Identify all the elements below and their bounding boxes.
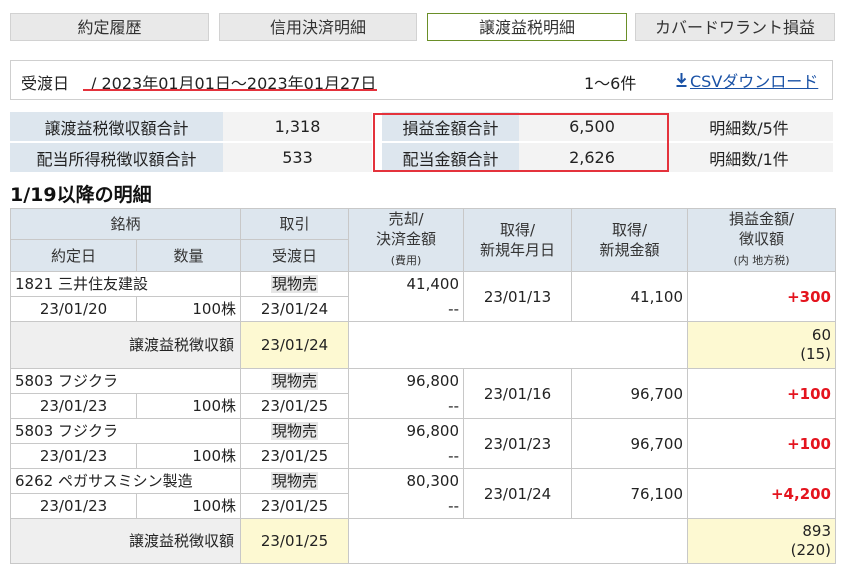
stock-name: 5803 フジクラ xyxy=(10,418,241,444)
summary-row: 譲渡益税徴収額合計 1,318 損益金額合計 6,500 明細数/5件 xyxy=(10,112,833,143)
tab-covered-warrant[interactable]: カバードワラント損益 xyxy=(635,13,835,41)
profit-loss: +4,200 xyxy=(687,468,836,519)
tax-label: 譲渡益税徴収額 xyxy=(10,518,241,564)
tax-date: 23/01/25 xyxy=(240,518,349,564)
transaction-type: 現物売 xyxy=(270,275,318,293)
profit-loss: +300 xyxy=(687,271,836,322)
trade-date: 23/01/23 xyxy=(10,393,137,419)
cost: -- xyxy=(348,393,464,419)
acquisition-amount: 76,100 xyxy=(571,468,688,519)
tax-label: 譲渡益税徴収額 xyxy=(10,321,241,369)
trade-date: 23/01/23 xyxy=(10,493,137,519)
trade-date: 23/01/20 xyxy=(10,296,137,322)
profit-loss: +100 xyxy=(687,418,836,469)
header-acquisition-date: 取得/ 新規年月日 xyxy=(463,208,572,272)
quantity: 100株 xyxy=(136,296,241,322)
section-title: 1/19以降の明細 xyxy=(10,184,152,206)
tax-row: 譲渡益税徴収額 23/01/25 893 (220) xyxy=(10,518,836,564)
settlement-date: 23/01/25 xyxy=(240,393,349,419)
table-header-row: 銘柄 取引 売却/ 決済金額 (費用) 取得/ 新規年月日 取得/ 新規金額 損… xyxy=(10,208,836,272)
table-row: 1821 三井住友建設 現物売 41,400 23/01/13 41,100 +… xyxy=(10,271,836,322)
summary-value: 533 xyxy=(223,143,372,174)
acquisition-date: 23/01/23 xyxy=(463,418,572,469)
header-profit-loss: 損益金額/ 徴収額 (内 地方税) xyxy=(687,208,836,272)
tax-amount: 893 (220) xyxy=(687,518,836,564)
table-row: 5803 フジクラ 現物売 96,800 23/01/16 96,700 +10… xyxy=(10,368,836,419)
settlement-date: 23/01/24 xyxy=(240,296,349,322)
tab-capital-gains-tax[interactable]: 譲渡益税明細 xyxy=(427,13,627,41)
sale-amount: 96,800 xyxy=(348,418,464,444)
cost: -- xyxy=(348,443,464,469)
summary-label: 配当金額合計 xyxy=(382,143,519,174)
quantity: 100株 xyxy=(136,393,241,419)
result-count: 1〜6件 xyxy=(584,74,637,93)
tab-margin-settlement[interactable]: 信用決済明細 xyxy=(219,13,417,41)
quantity: 100株 xyxy=(136,493,241,519)
summary-value: 2,626 xyxy=(519,143,665,174)
acquisition-amount: 41,100 xyxy=(571,271,688,322)
summary-detail-count: 明細数/5件 xyxy=(665,112,833,143)
cost: -- xyxy=(348,296,464,322)
header-settlement-date: 受渡日 xyxy=(240,239,349,272)
profit-loss: +100 xyxy=(687,368,836,419)
header-trade-date: 約定日 xyxy=(10,239,137,272)
transaction-type: 現物売 xyxy=(270,472,318,490)
download-arrow-icon xyxy=(675,72,687,91)
header-stock: 銘柄 xyxy=(10,208,241,240)
table-row: 5803 フジクラ 現物売 96,800 23/01/23 96,700 +10… xyxy=(10,418,836,469)
tab-bar: 約定履歴 信用決済明細 譲渡益税明細 カバードワラント損益 xyxy=(10,13,835,43)
summary-detail-count: 明細数/1件 xyxy=(665,143,833,174)
acquisition-date: 23/01/13 xyxy=(463,271,572,322)
tax-date: 23/01/24 xyxy=(240,321,349,369)
summary-table: 譲渡益税徴収額合計 1,318 損益金額合計 6,500 明細数/5件 配当所得… xyxy=(10,112,833,174)
tab-trade-history[interactable]: 約定履歴 xyxy=(10,13,209,41)
acquisition-date: 23/01/24 xyxy=(463,468,572,519)
tax-row: 譲渡益税徴収額 23/01/24 60 (15) xyxy=(10,321,836,369)
transaction-type: 現物売 xyxy=(270,372,318,390)
header-sale-amount: 売却/ 決済金額 (費用) xyxy=(348,208,464,272)
summary-label: 配当所得税徴収額合計 xyxy=(10,143,223,174)
summary-label: 損益金額合計 xyxy=(382,112,519,143)
summary-value: 1,318 xyxy=(223,112,372,143)
header-acquisition-amount: 取得/ 新規金額 xyxy=(571,208,688,272)
table-row: 6262 ペガサスミシン製造 現物売 80,300 23/01/24 76,10… xyxy=(10,468,836,519)
cost: -- xyxy=(348,493,464,519)
csv-download-link[interactable]: CSVダウンロード xyxy=(675,68,818,92)
acquisition-date: 23/01/16 xyxy=(463,368,572,419)
summary-value: 6,500 xyxy=(519,112,665,143)
acquisition-amount: 96,700 xyxy=(571,368,688,419)
settlement-date: 23/01/25 xyxy=(240,493,349,519)
detail-table: 銘柄 取引 売却/ 決済金額 (費用) 取得/ 新規年月日 取得/ 新規金額 損… xyxy=(10,208,836,564)
tax-amount: 60 (15) xyxy=(687,321,836,369)
csv-download-label: CSVダウンロード xyxy=(690,72,819,91)
sale-amount: 96,800 xyxy=(348,368,464,394)
stock-name: 6262 ペガサスミシン製造 xyxy=(10,468,241,494)
settlement-date: 23/01/25 xyxy=(240,443,349,469)
acquisition-amount: 96,700 xyxy=(571,418,688,469)
sale-amount: 80,300 xyxy=(348,468,464,494)
date-range-bar: 受渡日 / 2023年01月01日〜2023年01月27日 1〜6件 CSVダウ… xyxy=(10,60,833,100)
sale-amount: 41,400 xyxy=(348,271,464,297)
quantity: 100株 xyxy=(136,443,241,469)
transaction-type: 現物売 xyxy=(270,422,318,440)
trade-date: 23/01/23 xyxy=(10,443,137,469)
stock-name: 1821 三井住友建設 xyxy=(10,271,241,297)
header-quantity: 数量 xyxy=(136,239,241,272)
header-transaction: 取引 xyxy=(240,208,349,240)
date-range-underline xyxy=(83,89,377,91)
summary-label: 譲渡益税徴収額合計 xyxy=(10,112,223,143)
summary-row: 配当所得税徴収額合計 533 配当金額合計 2,626 明細数/1件 xyxy=(10,143,833,174)
settlement-date-label: 受渡日 xyxy=(21,74,70,93)
stock-name: 5803 フジクラ xyxy=(10,368,241,394)
